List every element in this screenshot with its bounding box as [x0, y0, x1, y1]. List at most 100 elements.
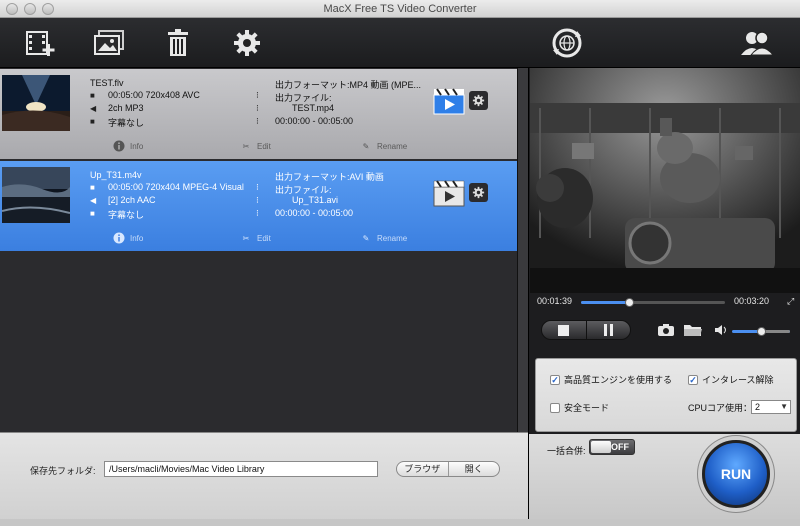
add-video-icon[interactable] — [24, 28, 58, 58]
output-format[interactable]: 出力フォーマット:MP4 動画 (MPE... — [275, 78, 421, 91]
window-title: MacX Free TS Video Converter — [323, 3, 477, 15]
title-bar: MacX Free TS Video Converter — [0, 0, 800, 18]
toggle-thumb — [591, 441, 611, 453]
video-preview — [530, 68, 800, 293]
file-list: TEST.flv ■ 00:05:00 720x408 AVC ◀ 2ch MP… — [0, 68, 517, 432]
dropdown-dots-icon[interactable]: ⁝ — [256, 116, 259, 127]
pause-button[interactable] — [587, 321, 631, 339]
dropdown-dots-icon[interactable]: ⁝ — [256, 208, 259, 219]
update-globe-icon[interactable] — [550, 28, 584, 58]
checkbox-icon: ✓ — [688, 374, 698, 385]
file-settings-gear-icon[interactable] — [469, 91, 488, 110]
safe-mode-checkbox[interactable]: 安全モード — [550, 401, 609, 414]
current-time: 00:01:39 — [537, 296, 573, 306]
video-clapper-icon[interactable] — [433, 179, 465, 207]
edit-button[interactable]: ✂ Edit — [240, 140, 271, 152]
subtitle-info: 字幕なし — [108, 210, 145, 220]
volume-speaker-icon[interactable] — [714, 324, 728, 338]
rename-pencil-icon: ✎ — [362, 141, 370, 151]
video-info: 00:05:00 720x404 MPEG-4 Visual — [108, 182, 244, 192]
video-thumbnail — [2, 167, 70, 223]
run-button[interactable]: RUN — [702, 440, 770, 508]
output-folder-path-field[interactable]: /Users/macli/Movies/Mac Video Library — [104, 461, 378, 477]
seek-track[interactable] — [581, 298, 725, 307]
trash-icon[interactable] — [161, 28, 195, 58]
output-file-name[interactable]: Up_T31.avi — [292, 195, 338, 205]
dropdown-dots-icon[interactable]: ⁝ — [256, 195, 259, 206]
rename-button[interactable]: ✎ Rename — [360, 140, 408, 152]
stop-icon — [558, 324, 570, 336]
settings-gear-icon[interactable] — [230, 28, 264, 58]
output-file-name[interactable]: TEST.mp4 — [292, 103, 334, 113]
file-actions: Info ✂ Edit ✎ Rename — [0, 137, 517, 157]
cpu-core-select[interactable]: 2 ▼ — [751, 400, 791, 414]
volume-slider[interactable] — [732, 327, 790, 336]
audio-speaker-icon: ◀ — [90, 104, 97, 113]
window-bottom-edge — [0, 519, 800, 526]
folder-icon[interactable] — [683, 323, 703, 339]
subtitle-icon: ■ — [90, 209, 95, 218]
subtitle-icon: ■ — [90, 117, 95, 126]
file-item-selected[interactable]: Up_T31.m4v ■ 00:05:00 720x404 MPEG-4 Vis… — [0, 161, 517, 251]
dropdown-dots-icon[interactable]: ⁝ — [256, 103, 259, 114]
checkbox-icon — [550, 402, 560, 413]
info-button[interactable]: Info — [113, 140, 143, 152]
output-format[interactable]: 出力フォーマット:AVI 動画 — [275, 170, 384, 183]
conversion-options: ✓ 高品質エンジンを使用する ✓ インタレース解除 安全モード CPUコア使用：… — [535, 358, 797, 432]
video-thumbnail — [2, 75, 70, 131]
time-range: 00:00:00 - 00:05:00 — [275, 116, 354, 126]
subtitle-info: 字幕なし — [108, 118, 145, 128]
file-actions: Info ✂ Edit ✎ Rename — [0, 229, 517, 249]
file-name: TEST.flv — [90, 78, 124, 88]
edit-button[interactable]: ✂ Edit — [240, 232, 271, 244]
hq-engine-checkbox[interactable]: ✓ 高品質エンジンを使用する — [550, 373, 672, 386]
merge-toggle[interactable]: OFF — [589, 439, 635, 455]
info-icon — [113, 140, 125, 152]
output-folder-label: 保存先フォルダ: — [30, 466, 96, 476]
list-scrollbar[interactable] — [517, 68, 528, 432]
info-button[interactable]: Info — [113, 232, 143, 244]
pause-icon — [603, 324, 613, 336]
checkbox-icon: ✓ — [550, 374, 560, 385]
toggle-state: OFF — [611, 442, 629, 452]
open-folder-button[interactable]: 開く — [449, 462, 500, 476]
add-photo-icon[interactable] — [92, 28, 126, 58]
camera-snapshot-icon[interactable] — [657, 323, 675, 339]
video-icon: ■ — [90, 183, 95, 192]
file-name: Up_T31.m4v — [90, 170, 142, 180]
toolbar — [0, 18, 800, 68]
cpu-core-label: CPUコア使用： — [688, 403, 753, 413]
total-time: 00:03:20 — [734, 296, 770, 306]
chevron-down-icon: ▼ — [780, 402, 788, 411]
seek-knob[interactable] — [624, 298, 634, 307]
rename-button[interactable]: ✎ Rename — [360, 232, 408, 244]
deinterlace-checkbox[interactable]: ✓ インタレース解除 — [688, 373, 774, 386]
info-icon — [113, 232, 125, 244]
dropdown-dots-icon[interactable]: ⁝ — [256, 182, 259, 193]
file-settings-gear-icon[interactable] — [469, 183, 488, 202]
playback-controls — [529, 314, 800, 344]
rename-pencil-icon: ✎ — [362, 233, 370, 243]
audio-info: [2] 2ch AAC — [108, 195, 156, 205]
audio-info: 2ch MP3 — [108, 103, 144, 113]
preview-panel: 00:01:39 00:03:20 ⤢ ✓ 高品質エンジンを使用する ✓ インタ… — [528, 68, 800, 526]
video-icon: ■ — [90, 91, 95, 100]
output-folder-bar: 保存先フォルダ: /Users/macli/Movies/Mac Video L… — [0, 432, 528, 526]
scissors-icon: ✂ — [242, 233, 250, 243]
video-info: 00:05:00 720x408 AVC — [108, 90, 200, 100]
browse-button[interactable]: ブラウザ — [397, 462, 449, 476]
audio-speaker-icon: ◀ — [90, 196, 97, 205]
volume-knob[interactable] — [757, 327, 766, 336]
folder-button-group: ブラウザ 開く — [396, 461, 500, 477]
users-icon[interactable] — [740, 28, 774, 58]
play-controls-group — [541, 320, 631, 340]
seek-bar: 00:01:39 00:03:20 ⤢ — [529, 294, 800, 308]
dropdown-dots-icon[interactable]: ⁝ — [256, 90, 259, 101]
run-area: 一括合併: OFF RUN — [529, 434, 800, 526]
fullscreen-icon[interactable]: ⤢ — [787, 296, 794, 307]
scissors-icon: ✂ — [242, 141, 250, 151]
time-range: 00:00:00 - 00:05:00 — [275, 208, 354, 218]
file-item[interactable]: TEST.flv ■ 00:05:00 720x408 AVC ◀ 2ch MP… — [0, 69, 517, 159]
stop-button[interactable] — [542, 321, 587, 339]
video-clapper-icon[interactable] — [433, 87, 465, 115]
